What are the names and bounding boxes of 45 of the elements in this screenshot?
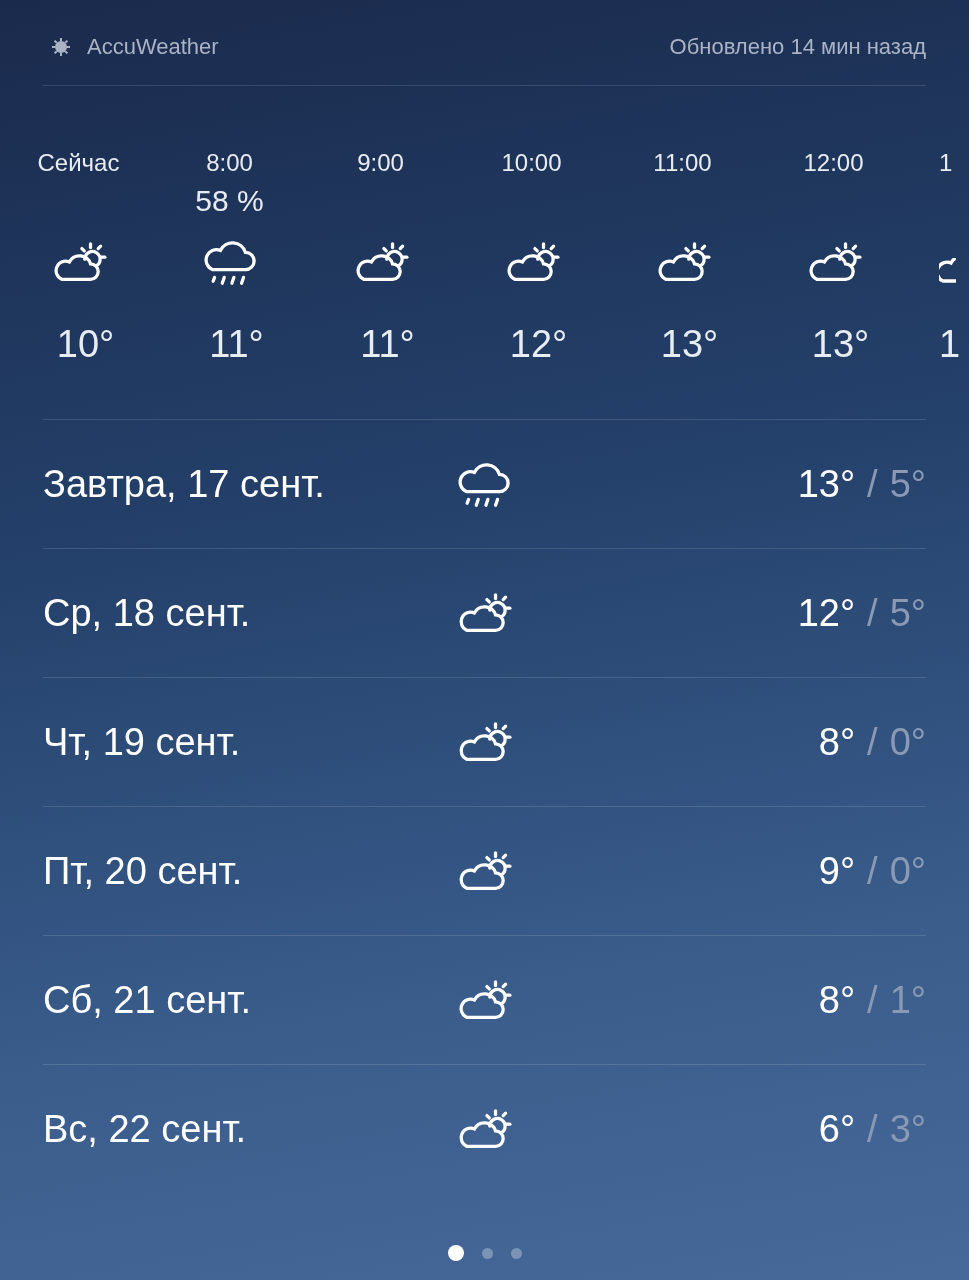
separator: /: [867, 849, 878, 893]
hour-temperature: 13°: [810, 323, 870, 366]
update-time: Обновлено 14 мин назад: [669, 33, 926, 60]
hour-label: 9:00: [357, 149, 404, 177]
day-label: Ср, 18 сент.: [43, 591, 252, 635]
page-dot[interactable]: [447, 1245, 464, 1261]
hour-label: 1: [939, 149, 953, 177]
high-temperature: 8°: [818, 720, 856, 764]
high-temperature: 6°: [818, 1107, 856, 1151]
hour-label: 11:00: [653, 149, 712, 177]
low-temperature: 5°: [889, 462, 926, 506]
low-temperature: 5°: [889, 591, 926, 635]
separator: /: [867, 720, 878, 764]
separator: /: [867, 1107, 878, 1151]
high-temperature: 12°: [797, 591, 856, 635]
separator: /: [867, 978, 878, 1022]
hour-label: 12:00: [803, 149, 864, 177]
hour-label: 8:00: [206, 149, 253, 177]
separator: /: [867, 591, 878, 635]
source-name: AccuWeather: [87, 33, 219, 60]
page-dot[interactable]: [510, 1247, 522, 1259]
hour-label: 10:00: [501, 149, 562, 177]
separator: /: [867, 462, 878, 506]
hour-temperature: 12°: [508, 323, 568, 366]
hour-temperature: 13°: [659, 323, 719, 366]
hour-temperature: 10°: [55, 323, 115, 366]
high-temperature: 9°: [818, 849, 856, 893]
hour-temperature: 11°: [359, 323, 415, 366]
low-temperature: 3°: [889, 1107, 926, 1151]
hour-temperature: 1: [939, 323, 961, 366]
day-label: Вс, 22 сент.: [43, 1107, 248, 1151]
day-label: Завтра, 17 сент.: [43, 462, 326, 506]
low-temperature: 0°: [889, 849, 926, 893]
hour-temperature: 11°: [208, 323, 264, 366]
hour-label: Сейчас: [37, 149, 120, 177]
low-temperature: 0°: [889, 720, 926, 764]
precipitation-chance: 58 %: [195, 184, 264, 217]
day-label: Чт, 19 сент.: [43, 720, 242, 764]
sun-icon: [51, 36, 71, 57]
day-label: Сб, 21 сент.: [43, 978, 253, 1022]
high-temperature: 8°: [818, 978, 856, 1022]
low-temperature: 1°: [889, 978, 926, 1022]
page-dot[interactable]: [481, 1247, 493, 1259]
high-temperature: 13°: [797, 462, 856, 506]
day-label: Пт, 20 сент.: [43, 849, 244, 893]
